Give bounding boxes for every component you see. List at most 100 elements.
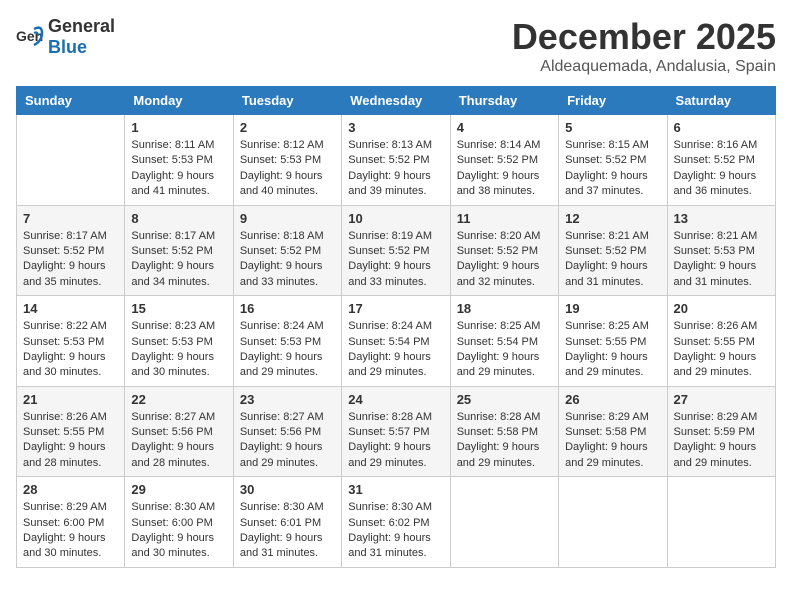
day-number: 20 (674, 301, 769, 316)
day-number: 5 (565, 120, 660, 135)
day-number: 28 (23, 482, 118, 497)
day-info: Sunrise: 8:25 AM Sunset: 5:54 PM Dayligh… (457, 319, 552, 381)
calendar-cell: 21 Sunrise: 8:26 AM Sunset: 5:55 PM Dayli… (17, 386, 125, 477)
calendar-cell: 27 Sunrise: 8:29 AM Sunset: 5:59 PM Dayli… (667, 386, 775, 477)
weekday-header-saturday: Saturday (667, 87, 775, 115)
day-number: 30 (240, 482, 335, 497)
calendar-cell: 23 Sunrise: 8:27 AM Sunset: 5:56 PM Dayli… (233, 386, 341, 477)
day-info: Sunrise: 8:21 AM Sunset: 5:52 PM Dayligh… (565, 229, 660, 291)
calendar-cell (559, 477, 667, 568)
day-info: Sunrise: 8:22 AM Sunset: 5:53 PM Dayligh… (23, 319, 118, 381)
calendar-week-2: 7 Sunrise: 8:17 AM Sunset: 5:52 PM Daylig… (17, 205, 776, 296)
weekday-header-wednesday: Wednesday (342, 87, 450, 115)
calendar-cell: 1Sunrise: 8:11 AM Sunset: 5:53 PM Daylig… (125, 115, 233, 206)
day-info: Sunrise: 8:30 AM Sunset: 6:00 PM Dayligh… (131, 500, 226, 562)
calendar-cell: 24 Sunrise: 8:28 AM Sunset: 5:57 PM Dayli… (342, 386, 450, 477)
day-info: Sunrise: 8:13 AM Sunset: 5:52 PM Dayligh… (348, 138, 443, 200)
day-number: 23 (240, 392, 335, 407)
day-number: 25 (457, 392, 552, 407)
calendar-cell: 16Sunrise: 8:24 AM Sunset: 5:53 PM Dayli… (233, 296, 341, 387)
day-number: 11 (457, 211, 552, 226)
day-info: Sunrise: 8:26 AM Sunset: 5:55 PM Dayligh… (23, 410, 118, 472)
calendar-week-1: 1Sunrise: 8:11 AM Sunset: 5:53 PM Daylig… (17, 115, 776, 206)
calendar-cell: 13 Sunrise: 8:21 AM Sunset: 5:53 PM Dayli… (667, 205, 775, 296)
calendar-cell: 31Sunrise: 8:30 AM Sunset: 6:02 PM Dayli… (342, 477, 450, 568)
logo-icon: Gen (16, 23, 44, 51)
day-info: Sunrise: 8:21 AM Sunset: 5:53 PM Dayligh… (674, 229, 769, 291)
day-number: 4 (457, 120, 552, 135)
calendar-cell: 4 Sunrise: 8:14 AM Sunset: 5:52 PM Daylig… (450, 115, 558, 206)
weekday-header-thursday: Thursday (450, 87, 558, 115)
calendar-cell: 20 Sunrise: 8:26 AM Sunset: 5:55 PM Dayli… (667, 296, 775, 387)
day-number: 26 (565, 392, 660, 407)
weekday-header-monday: Monday (125, 87, 233, 115)
day-info: Sunrise: 8:27 AM Sunset: 5:56 PM Dayligh… (240, 410, 335, 472)
weekday-header-friday: Friday (559, 87, 667, 115)
location-subtitle: Aldeaquemada, Andalusia, Spain (512, 58, 776, 76)
calendar-cell: 8Sunrise: 8:17 AM Sunset: 5:52 PM Daylig… (125, 205, 233, 296)
day-number: 31 (348, 482, 443, 497)
calendar-cell: 6 Sunrise: 8:16 AM Sunset: 5:52 PM Daylig… (667, 115, 775, 206)
day-info: Sunrise: 8:11 AM Sunset: 5:53 PM Dayligh… (131, 138, 226, 200)
calendar-cell: 9Sunrise: 8:18 AM Sunset: 5:52 PM Daylig… (233, 205, 341, 296)
day-info: Sunrise: 8:17 AM Sunset: 5:52 PM Dayligh… (23, 229, 118, 291)
day-info: Sunrise: 8:25 AM Sunset: 5:55 PM Dayligh… (565, 319, 660, 381)
day-number: 7 (23, 211, 118, 226)
day-info: Sunrise: 8:27 AM Sunset: 5:56 PM Dayligh… (131, 410, 226, 472)
day-number: 16 (240, 301, 335, 316)
calendar-cell: 5 Sunrise: 8:15 AM Sunset: 5:52 PM Daylig… (559, 115, 667, 206)
day-number: 3 (348, 120, 443, 135)
day-info: Sunrise: 8:29 AM Sunset: 5:59 PM Dayligh… (674, 410, 769, 472)
weekday-header-sunday: Sunday (17, 87, 125, 115)
day-number: 12 (565, 211, 660, 226)
calendar-week-3: 14Sunrise: 8:22 AM Sunset: 5:53 PM Dayli… (17, 296, 776, 387)
day-info: Sunrise: 8:20 AM Sunset: 5:52 PM Dayligh… (457, 229, 552, 291)
calendar-cell: 26 Sunrise: 8:29 AM Sunset: 5:58 PM Dayli… (559, 386, 667, 477)
day-number: 27 (674, 392, 769, 407)
day-info: Sunrise: 8:19 AM Sunset: 5:52 PM Dayligh… (348, 229, 443, 291)
day-info: Sunrise: 8:23 AM Sunset: 5:53 PM Dayligh… (131, 319, 226, 381)
day-info: Sunrise: 8:30 AM Sunset: 6:01 PM Dayligh… (240, 500, 335, 562)
calendar-cell: 19Sunrise: 8:25 AM Sunset: 5:55 PM Dayli… (559, 296, 667, 387)
day-info: Sunrise: 8:14 AM Sunset: 5:52 PM Dayligh… (457, 138, 552, 200)
calendar-cell: 15 Sunrise: 8:23 AM Sunset: 5:53 PM Dayli… (125, 296, 233, 387)
day-number: 9 (240, 211, 335, 226)
logo: Gen General Blue (16, 16, 115, 58)
calendar-week-4: 21 Sunrise: 8:26 AM Sunset: 5:55 PM Dayli… (17, 386, 776, 477)
calendar-cell: 17Sunrise: 8:24 AM Sunset: 5:54 PM Dayli… (342, 296, 450, 387)
day-info: Sunrise: 8:12 AM Sunset: 5:53 PM Dayligh… (240, 138, 335, 200)
calendar-cell: 29Sunrise: 8:30 AM Sunset: 6:00 PM Dayli… (125, 477, 233, 568)
day-info: Sunrise: 8:28 AM Sunset: 5:57 PM Dayligh… (348, 410, 443, 472)
page-header: Gen General Blue December 2025 Aldeaquem… (16, 16, 776, 76)
day-number: 13 (674, 211, 769, 226)
calendar-cell (450, 477, 558, 568)
calendar-cell (17, 115, 125, 206)
day-info: Sunrise: 8:26 AM Sunset: 5:55 PM Dayligh… (674, 319, 769, 381)
day-info: Sunrise: 8:29 AM Sunset: 6:00 PM Dayligh… (23, 500, 118, 562)
day-number: 8 (131, 211, 226, 226)
day-info: Sunrise: 8:29 AM Sunset: 5:58 PM Dayligh… (565, 410, 660, 472)
day-info: Sunrise: 8:15 AM Sunset: 5:52 PM Dayligh… (565, 138, 660, 200)
calendar-cell: 2Sunrise: 8:12 AM Sunset: 5:53 PM Daylig… (233, 115, 341, 206)
weekday-header-tuesday: Tuesday (233, 87, 341, 115)
calendar-cell: 14Sunrise: 8:22 AM Sunset: 5:53 PM Dayli… (17, 296, 125, 387)
calendar-cell: 22 Sunrise: 8:27 AM Sunset: 5:56 PM Dayli… (125, 386, 233, 477)
logo-text-general: General (48, 16, 115, 36)
logo-text-blue: Blue (48, 37, 87, 57)
day-number: 22 (131, 392, 226, 407)
day-number: 21 (23, 392, 118, 407)
day-number: 24 (348, 392, 443, 407)
calendar-cell: 28 Sunrise: 8:29 AM Sunset: 6:00 PM Dayli… (17, 477, 125, 568)
day-number: 6 (674, 120, 769, 135)
day-number: 15 (131, 301, 226, 316)
month-title: December 2025 (512, 16, 776, 58)
calendar-cell: 3 Sunrise: 8:13 AM Sunset: 5:52 PM Daylig… (342, 115, 450, 206)
calendar-cell: 7 Sunrise: 8:17 AM Sunset: 5:52 PM Daylig… (17, 205, 125, 296)
calendar-cell: 25 Sunrise: 8:28 AM Sunset: 5:58 PM Dayli… (450, 386, 558, 477)
day-info: Sunrise: 8:16 AM Sunset: 5:52 PM Dayligh… (674, 138, 769, 200)
calendar-cell: 11 Sunrise: 8:20 AM Sunset: 5:52 PM Dayli… (450, 205, 558, 296)
calendar-cell (667, 477, 775, 568)
day-info: Sunrise: 8:28 AM Sunset: 5:58 PM Dayligh… (457, 410, 552, 472)
calendar-cell: 18Sunrise: 8:25 AM Sunset: 5:54 PM Dayli… (450, 296, 558, 387)
calendar-cell: 30 Sunrise: 8:30 AM Sunset: 6:01 PM Dayli… (233, 477, 341, 568)
